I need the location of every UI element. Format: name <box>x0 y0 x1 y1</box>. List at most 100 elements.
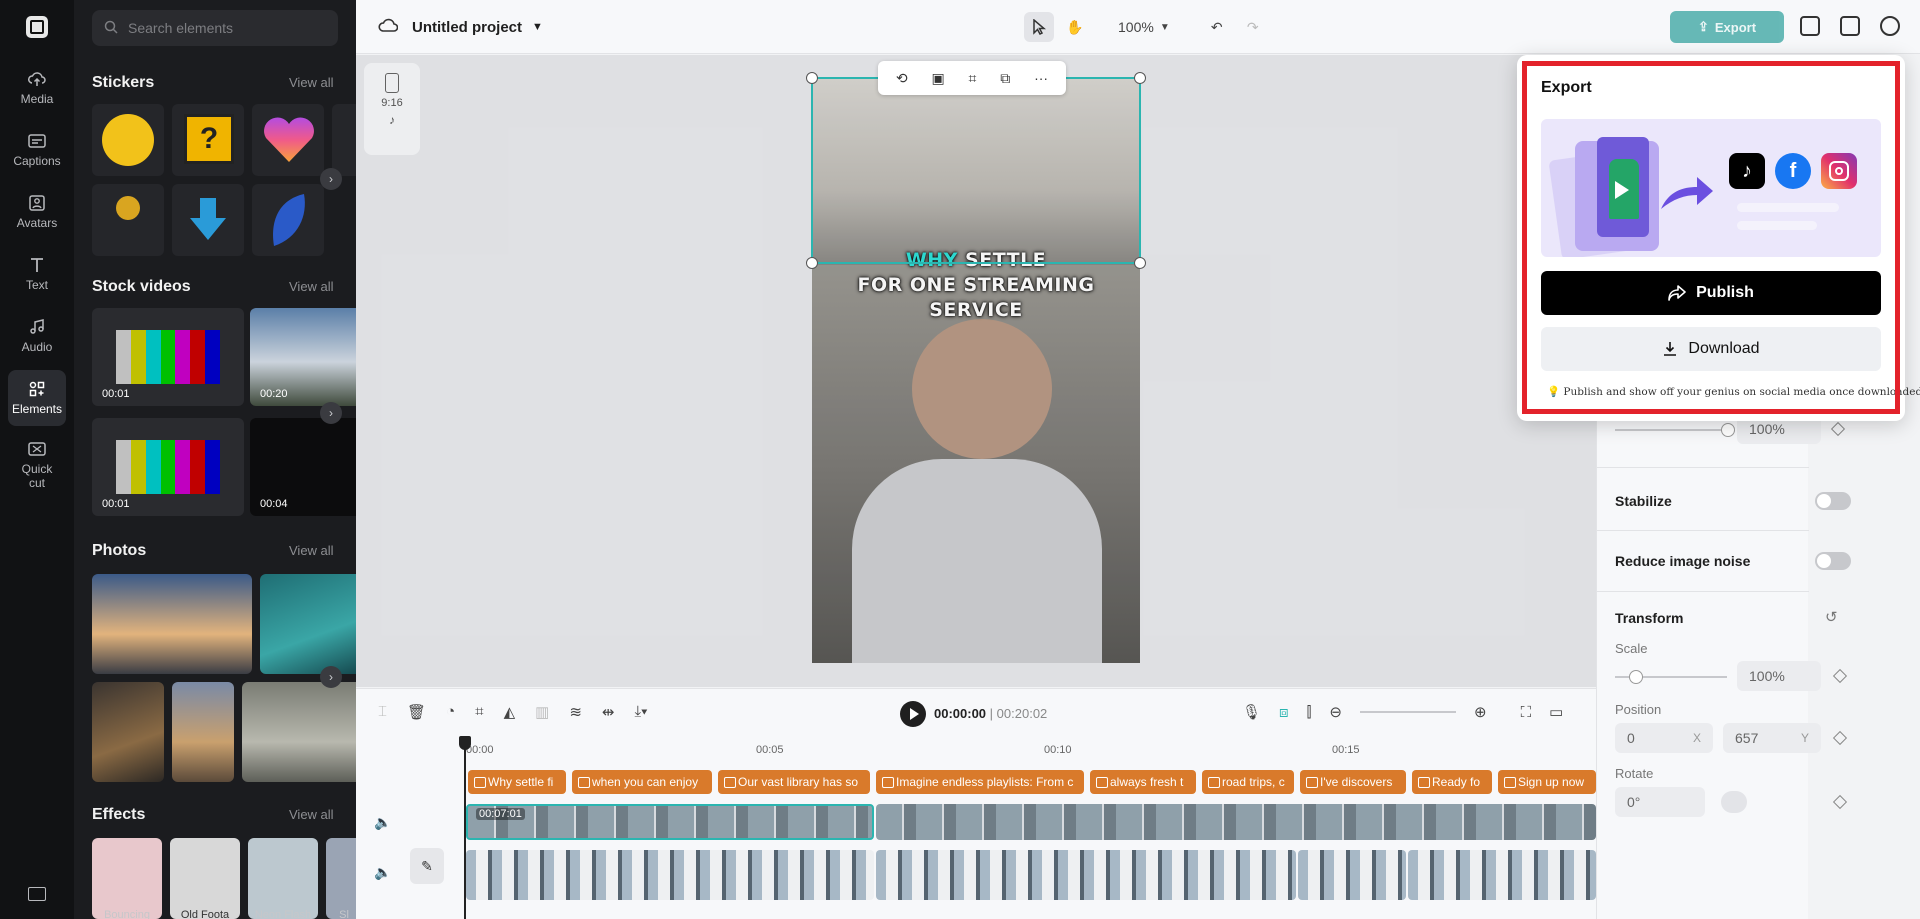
caption-clip[interactable]: Our vast library has so <box>718 770 870 794</box>
caption-clip[interactable]: Ready fo <box>1412 770 1492 794</box>
keyframe-icon[interactable] <box>1832 794 1848 810</box>
sticker-heart[interactable] <box>252 104 324 176</box>
sticker-flower[interactable] <box>92 184 164 256</box>
freeze-icon[interactable]: ▥ <box>535 703 549 721</box>
sticker-leaf[interactable] <box>252 184 324 256</box>
scale-field[interactable]: 100% <box>1737 661 1821 691</box>
resize-handle[interactable] <box>1134 72 1146 84</box>
reset-icon[interactable]: ↺ <box>1825 608 1838 626</box>
view-all-stickers-link[interactable]: View all <box>289 75 334 90</box>
slider-knob[interactable] <box>1721 423 1735 437</box>
nav-item-elements[interactable]: Elements <box>8 370 66 426</box>
stock-video-thumb[interactable]: 00:01 <box>92 418 244 516</box>
fit-icon[interactable]: ⇹ <box>602 703 615 721</box>
sticker-smiley[interactable] <box>92 104 164 176</box>
main-video-clip[interactable] <box>1408 850 1596 900</box>
timeline-tracks[interactable]: 00:00 00:05 00:10 00:15 Why settle fi wh… <box>356 736 1596 919</box>
caption-clip[interactable]: Sign up now <box>1498 770 1596 794</box>
delete-icon[interactable]: 🗑 <box>407 703 426 721</box>
main-video-clip[interactable] <box>876 850 1296 900</box>
reduce-noise-toggle[interactable] <box>1815 552 1851 570</box>
replace-icon[interactable]: ⟲ <box>896 70 908 87</box>
export-button[interactable]: ⇪ Export <box>1670 11 1784 43</box>
zoom-in-icon[interactable]: ⊕ <box>1474 703 1487 721</box>
undo-button[interactable]: ↶ <box>1202 12 1232 42</box>
transition-icon[interactable]: ⧉ <box>1000 70 1010 87</box>
magnet-icon[interactable]: ⧈ <box>1279 704 1289 721</box>
search-box[interactable] <box>92 10 338 46</box>
split-screen-icon[interactable]: ⫿ <box>1307 704 1312 721</box>
video-clip[interactable] <box>876 804 1596 840</box>
track-volume-icon[interactable]: 🔈 <box>374 864 391 881</box>
zoom-dropdown[interactable]: 100% ▼ <box>1110 12 1178 42</box>
photo-thumb[interactable] <box>92 574 252 674</box>
view-all-effects-link[interactable]: View all <box>289 807 334 822</box>
keyframe-icon[interactable] <box>1832 668 1848 684</box>
playhead[interactable] <box>459 736 471 919</box>
fullscreen-icon[interactable]: ⛶ <box>1521 704 1532 721</box>
view-all-photos-link[interactable]: View all <box>289 543 334 558</box>
layers-icon[interactable] <box>1800 16 1820 36</box>
effect-thumb[interactable]: Sl <box>326 838 356 919</box>
split-panel-icon[interactable] <box>1840 16 1860 36</box>
comment-icon[interactable]: ▭ <box>1549 703 1563 721</box>
select-tool-button[interactable] <box>1024 12 1054 42</box>
video-clip-selected[interactable]: 00:07:01 <box>466 804 874 840</box>
effect-thumb[interactable]: Neon Flash <box>248 838 318 919</box>
play-button[interactable] <box>900 701 926 727</box>
caption-clip[interactable]: when you can enjoy <box>572 770 712 794</box>
crop-icon[interactable]: ⌗ <box>475 703 483 721</box>
project-menu[interactable]: Untitled project ▼ <box>378 17 543 37</box>
photo-thumb[interactable] <box>172 682 234 782</box>
sticker-partial[interactable] <box>332 104 356 176</box>
caption-clip[interactable]: road trips, c <box>1202 770 1294 794</box>
flip-icon[interactable]: ◭ <box>504 703 516 721</box>
caption-clip[interactable]: Imagine endless playlists: From c <box>876 770 1084 794</box>
hand-tool-button[interactable]: ✋ <box>1060 12 1090 42</box>
zoom-out-icon[interactable]: ⊖ <box>1329 703 1342 721</box>
mask-icon[interactable]: ▣ <box>931 70 944 87</box>
edit-track-button[interactable]: ✎ <box>410 848 444 884</box>
stock-video-thumb[interactable]: 00:04 <box>250 418 356 516</box>
stock-video-thumb[interactable]: 00:01 <box>92 308 244 406</box>
stock-videos-next-button[interactable]: › <box>320 402 342 424</box>
slider-knob[interactable] <box>1629 670 1643 684</box>
main-video-clip[interactable] <box>1298 850 1406 900</box>
resize-handle[interactable] <box>806 72 818 84</box>
caption-clip[interactable]: I've discovers <box>1300 770 1406 794</box>
nav-item-media[interactable]: Media <box>8 60 66 116</box>
photo-thumb[interactable] <box>242 682 356 782</box>
main-video-clip[interactable] <box>466 850 874 900</box>
more-icon[interactable]: ··· <box>1034 70 1048 86</box>
nav-item-audio[interactable]: Audio <box>8 308 66 364</box>
crop-icon[interactable]: ⌗ <box>969 70 977 87</box>
rotate-field[interactable]: 0° <box>1615 787 1705 817</box>
adjust-icon[interactable]: ≋ <box>569 703 582 721</box>
publish-button[interactable]: Publish <box>1541 271 1881 315</box>
nav-item-captions[interactable]: Captions <box>8 122 66 178</box>
keyboard-icon[interactable] <box>28 887 46 901</box>
effect-thumb[interactable]: Bouncing <box>92 838 162 919</box>
opacity-slider[interactable] <box>1615 423 1735 437</box>
time-ruler[interactable]: 00:00 00:05 00:10 00:15 <box>466 736 1596 760</box>
timeline-zoom-slider[interactable] <box>1359 711 1456 713</box>
resize-handle[interactable] <box>1134 257 1146 269</box>
stickers-next-button[interactable]: › <box>320 168 342 190</box>
nav-item-avatars[interactable]: Avatars <box>8 184 66 240</box>
microphone-icon[interactable]: 🎙 <box>1242 703 1261 721</box>
photos-next-button[interactable]: › <box>320 666 342 688</box>
caption-clip[interactable]: Why settle fi <box>468 770 566 794</box>
nav-item-text[interactable]: Text <box>8 246 66 302</box>
scale-slider[interactable] <box>1615 670 1727 684</box>
download-button[interactable]: Download <box>1541 327 1881 371</box>
rotate-dial[interactable] <box>1721 791 1747 813</box>
sticker-question-block[interactable]: ? <box>172 104 244 176</box>
view-all-stock-videos-link[interactable]: View all <box>289 279 334 294</box>
selection-box[interactable] <box>806 72 1146 269</box>
photo-thumb[interactable] <box>260 574 356 674</box>
keyframe-icon[interactable] <box>1832 730 1848 746</box>
track-volume-icon[interactable]: 🔈 <box>374 814 391 831</box>
effect-thumb[interactable]: Old Foota <box>170 838 240 919</box>
stabilize-toggle[interactable] <box>1815 492 1851 510</box>
stock-video-thumb[interactable]: 00:20 <box>250 308 356 406</box>
